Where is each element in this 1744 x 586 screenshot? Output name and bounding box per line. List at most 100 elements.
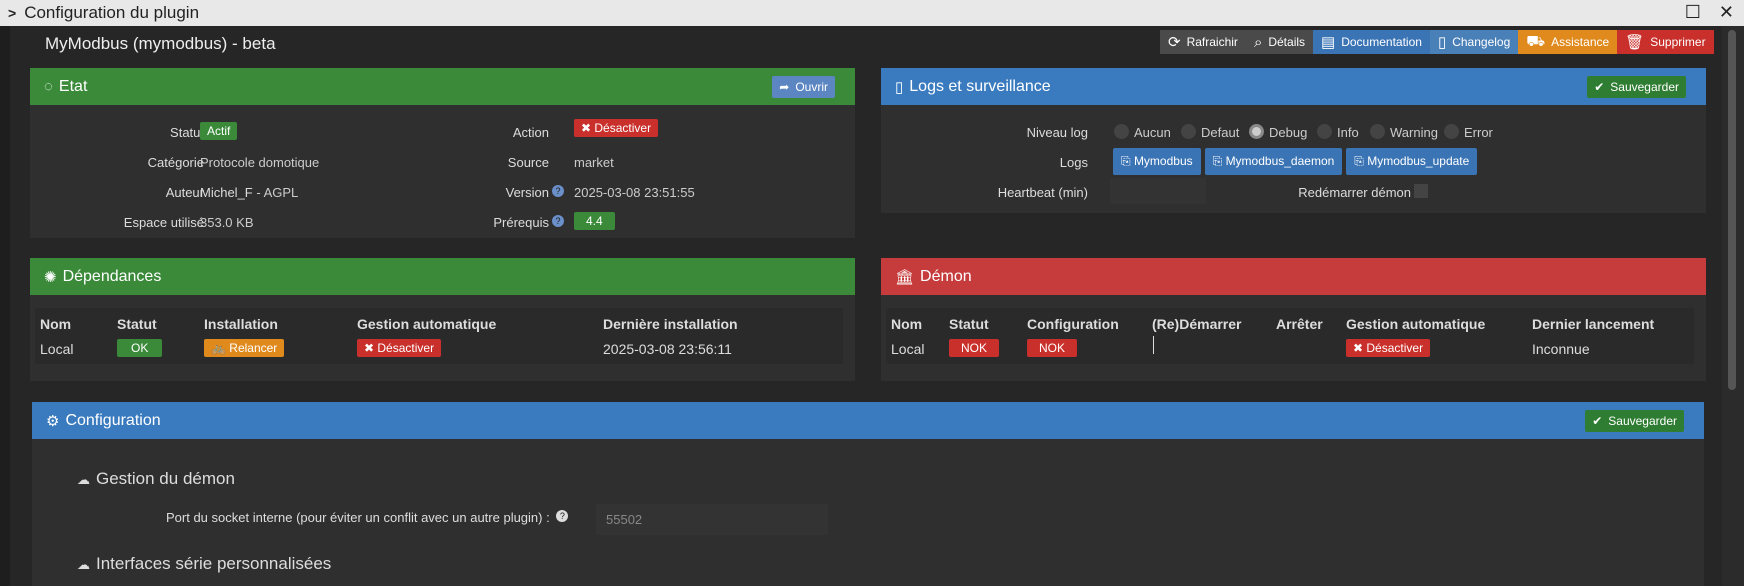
changelog-button[interactable]: ▯ Changelog [1429, 30, 1519, 54]
version-value: 2025-03-08 23:51:55 [574, 185, 695, 200]
logs-title: Logs et surveillance [909, 77, 1051, 95]
interfaces-serie-heading: ☁ Interfaces série personnalisées [77, 554, 332, 573]
espace-label: Espace utilisé [123, 215, 204, 230]
th-dernier: Dernier lancement [1532, 316, 1655, 332]
demon-header: 🏛 Démon [881, 258, 1706, 295]
demon-table: Nom Statut Configuration (Re)Démarrer Ar… [886, 308, 1694, 364]
demon-statut-badge: NOK [949, 339, 1000, 357]
deactivate-plugin-button[interactable]: ✖ Désactiver [574, 119, 659, 137]
chevron-right-icon[interactable]: > [8, 5, 16, 21]
assistance-button[interactable]: ⛟ Assistance [1518, 30, 1618, 54]
side-strip [0, 26, 10, 586]
paperclip-icon: ⎘ [1354, 154, 1368, 168]
details-button[interactable]: ⌕ Détails [1245, 30, 1314, 54]
niveau-log-label: Niveau log [1026, 125, 1088, 140]
radio-error[interactable] [1444, 124, 1459, 139]
maximize-icon[interactable]: ☐ [1685, 2, 1701, 23]
book-icon: ▤ [1321, 34, 1336, 51]
cloud-icon: ☁ [77, 557, 90, 572]
refresh-button[interactable]: ⟳ Rafraichir [1160, 30, 1246, 54]
th-configuration: Configuration [1027, 316, 1119, 332]
logs-header: ▯ Logs et surveillance ✔ Sauvegarder [881, 68, 1706, 105]
th-derniere: Dernière installation [603, 316, 738, 332]
th-redemarrer: (Re)Démarrer [1152, 316, 1242, 332]
th-nom: Nom [891, 316, 923, 332]
source-label: Source [507, 155, 549, 170]
close-icon[interactable]: ✕ [1719, 2, 1734, 23]
radio-defaut[interactable] [1181, 124, 1196, 139]
radio-debug[interactable] [1249, 124, 1264, 139]
th-arreter: Arrêter [1276, 316, 1323, 332]
save-config-button[interactable]: ✔ Sauvegarder [1585, 410, 1684, 432]
scrollbar-thumb[interactable] [1728, 30, 1736, 390]
scrollbar[interactable] [1722, 26, 1744, 586]
dependances-title: Dépendances [62, 267, 162, 285]
x-icon: ✖ [581, 121, 595, 135]
statut-label: Statut [170, 125, 204, 140]
logs-label: Logs [1059, 155, 1088, 170]
delete-button[interactable]: 🗑 Supprimer [1617, 30, 1714, 54]
relancer-button[interactable]: 🚲 Relancer [204, 339, 285, 357]
cogs-icon: ⚙ [46, 412, 60, 430]
auteur-value: Michel_F - AGPL [200, 185, 299, 200]
radio-label-debug: Debug [1269, 125, 1308, 140]
radio-label-error: Error [1464, 125, 1493, 140]
save-logs-button[interactable]: ✔ Sauvegarder [1587, 76, 1686, 98]
configuration-title: Configuration [65, 411, 161, 429]
logs-panel: ▯ Logs et surveillance ✔ Sauvegarder Nive… [881, 68, 1706, 213]
dep-statut-badge: OK [117, 339, 163, 357]
check-circle-icon: ✔ [1592, 414, 1603, 428]
prerequis-badge: 4.4 [574, 212, 615, 230]
search-icon: ⌕ [1253, 33, 1263, 51]
demon-config-badge: NOK [1027, 339, 1078, 357]
dep-nom: Local [40, 341, 74, 357]
radio-info[interactable] [1317, 124, 1332, 139]
window-title: Configuration du plugin [24, 3, 200, 22]
demon-title: Démon [920, 267, 972, 285]
dependances-header: ✺ Dépendances [30, 258, 855, 295]
restart-daemon-label: Redémarrer démon [1298, 185, 1411, 200]
bank-icon: 🏛 [895, 268, 915, 286]
log-mymodbus-daemon-button[interactable]: ⎘ Mymodbus_daemon [1204, 148, 1343, 175]
dependances-table: Nom Statut Installation Gestion automati… [35, 308, 843, 364]
help-icon[interactable]: ? [552, 185, 564, 197]
auteur-label: Auteur [165, 185, 204, 200]
gestion-demon-heading: ☁ Gestion du démon [77, 469, 235, 488]
open-button[interactable]: ➦ Ouvrir [772, 76, 835, 98]
bicycle-icon: 🚲 [211, 341, 230, 355]
categorie-label: Catégorie [147, 155, 204, 170]
toolbar: ⟳ Rafraichir ⌕ Détails ▤ Documentation ▯ Cha… [1160, 30, 1714, 54]
dep-deactivate-button[interactable]: ✖ Désactiver [357, 339, 442, 357]
port-input[interactable]: 55502 [596, 504, 828, 535]
radio-aucun[interactable] [1114, 124, 1129, 139]
share-icon: ➦ [779, 80, 790, 94]
radio-label-aucun: Aucun [1134, 125, 1171, 140]
port-label: Port du socket interne (pour éviter un c… [166, 510, 569, 525]
heartbeat-input[interactable] [1110, 178, 1206, 204]
radio-label-warning: Warning [1390, 125, 1438, 140]
radio-warning[interactable] [1370, 124, 1385, 139]
dependances-panel: ✺ Dépendances Nom Statut Installation Ge… [30, 258, 855, 381]
log-mymodbus-update-button[interactable]: ⎘ Mymodbus_update [1346, 148, 1478, 175]
window-titlebar: > Configuration du plugin ☐ ✕ [0, 0, 1744, 26]
demon-nom: Local [891, 341, 925, 357]
th-installation: Installation [204, 316, 278, 332]
question-circle-icon[interactable]: ? [556, 510, 569, 522]
file-icon: ▯ [1437, 34, 1447, 51]
refresh-icon: ⟳ [1168, 34, 1181, 51]
etat-panel: ◌ Etat ➦ Ouvrir Statut Actif Catégorie Pr… [30, 68, 855, 238]
truck-icon: ⛟ [1526, 32, 1546, 50]
demon-deactivate-button[interactable]: ✖ Désactiver [1346, 339, 1431, 357]
paperclip-icon: ⎘ [1121, 154, 1134, 168]
circle-notch-icon: ◌ [44, 78, 53, 95]
th-statut: Statut [949, 316, 989, 332]
x-icon: ✖ [364, 341, 378, 355]
documentation-button[interactable]: ▤ Documentation [1313, 30, 1430, 54]
paperclip-icon: ⎘ [1212, 154, 1226, 168]
check-circle-icon: ✔ [1594, 80, 1605, 94]
heartbeat-label: Heartbeat (min) [997, 185, 1088, 200]
log-mymodbus-button[interactable]: ⎘ Mymodbus [1113, 148, 1201, 175]
help-icon[interactable]: ? [552, 215, 564, 227]
cloud-icon: ☁ [77, 472, 90, 487]
restart-daemon-checkbox[interactable] [1414, 184, 1428, 198]
